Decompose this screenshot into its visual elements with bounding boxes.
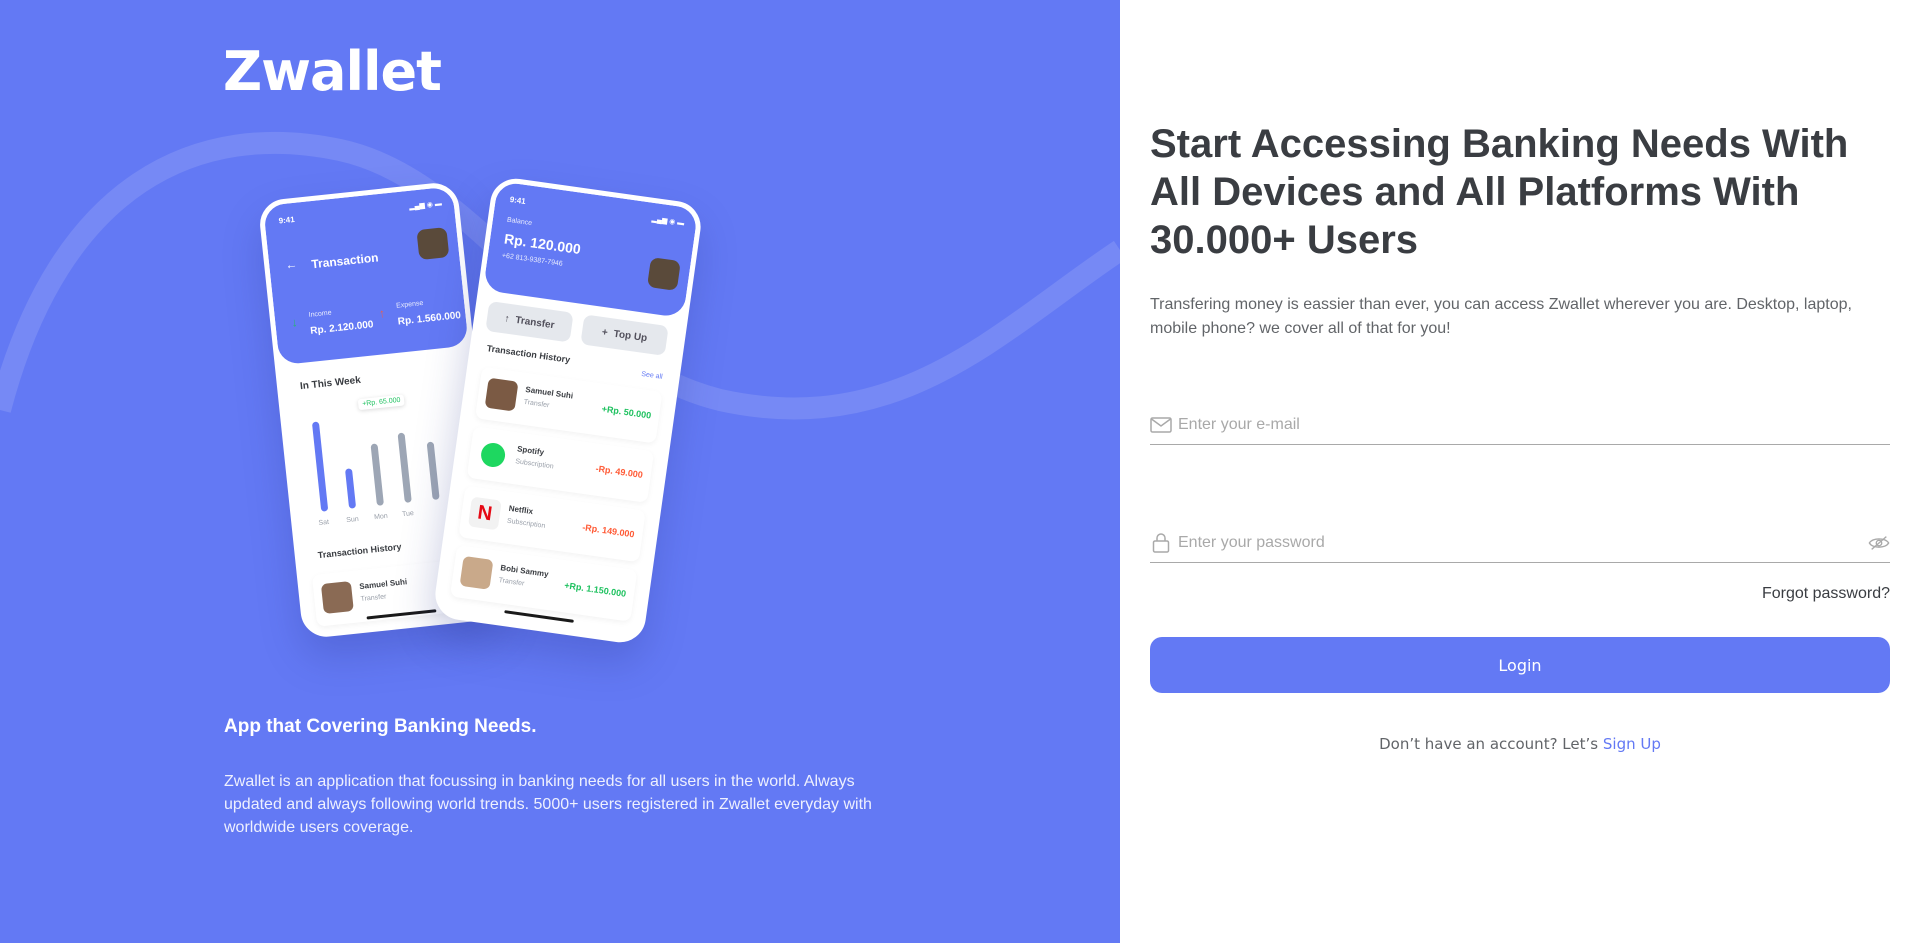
signup-prompt: Don’t have an account? Let’s Sign Up (1150, 735, 1890, 753)
phone-header: 9:41 ▂▄▆ ◉ ▬ ← Transaction ↓ Income Rp. … (263, 186, 469, 366)
row-amount: +Rp. 1.150.000 (563, 580, 627, 599)
avatar (459, 555, 494, 590)
email-input[interactable] (1178, 415, 1890, 434)
row-amount: +Rp. 50.000 (601, 403, 652, 421)
netflix-icon: N (467, 496, 502, 531)
row-name: Spotify (516, 444, 545, 458)
balance-label: Balance (506, 216, 533, 228)
phone-title: Transaction (310, 250, 380, 272)
email-field (1150, 405, 1890, 445)
expense-amount: Rp. 1.560.000 (397, 310, 462, 328)
bar-mon (370, 443, 384, 506)
transfer-label: Transfer (514, 314, 556, 331)
topup-button: + Top Up (580, 314, 669, 356)
row-sub: Subscription (506, 517, 546, 530)
status-time: 9:41 (278, 214, 296, 226)
history-label: Transaction History (486, 343, 571, 365)
brand-logo: Zwallet (223, 40, 442, 103)
day-label: Mon (373, 512, 389, 522)
row-sub: Transfer (523, 398, 550, 410)
avatar (484, 377, 519, 412)
row-name: Netflix (508, 503, 534, 517)
weekly-chart: +Rp. 65.000 (303, 394, 473, 512)
topup-label: Top Up (612, 328, 648, 344)
chart-tooltip: +Rp. 65.000 (357, 394, 405, 411)
plus-icon: + (601, 326, 609, 339)
expense-arrow-icon: ↑ (378, 305, 386, 321)
spotify-icon (479, 441, 507, 469)
status-icons: ▂▄▆ ◉ ▬ (408, 200, 443, 211)
expense-label: Expense (395, 299, 424, 310)
login-button[interactable]: Login (1150, 637, 1890, 693)
back-arrow-icon: ← (284, 256, 299, 273)
hero-panel: Zwallet 9:41 ▂▄▆ ◉ ▬ ← Transaction ↓ Inc… (0, 0, 1120, 943)
hero-tagline: App that Covering Banking Needs. (224, 716, 537, 737)
arrow-up-icon: ↑ (503, 312, 511, 325)
row-name: Samuel Suhi (358, 577, 408, 592)
income-label: Income (308, 309, 332, 319)
avatar (646, 257, 681, 291)
day-label: Sat (318, 518, 330, 528)
income-arrow-icon: ↓ (290, 315, 299, 330)
mail-icon (1150, 414, 1172, 436)
no-account-text: Don’t have an account? Let’s (1379, 735, 1599, 753)
phone-header: 9:41 ▂▄▆ ◉ ▬ Balance Rp. 120.000 +62 813… (482, 181, 699, 319)
row-name: Samuel Suhi (524, 384, 574, 401)
page-subtitle: Transfering money is eassier than ever, … (1150, 296, 1852, 337)
status-time: 9:41 (509, 194, 527, 207)
row-sub: Transfer (360, 593, 387, 604)
eye-off-icon[interactable] (1868, 532, 1890, 554)
week-label: In This Week (299, 374, 362, 393)
bar-tue (397, 432, 412, 503)
history-label: Transaction History (317, 541, 402, 561)
row-sub: Subscription (514, 458, 555, 471)
avatar (416, 227, 450, 261)
income-amount: Rp. 2.120.000 (309, 319, 374, 337)
transfer-button: ↑ Transfer (485, 301, 574, 343)
status-icons: ▂▄▆ ◉ ▬ (651, 215, 685, 228)
row-amount: -Rp. 149.000 (581, 522, 636, 540)
day-label: Sun (346, 515, 360, 525)
row-sub: Transfer (498, 577, 525, 588)
row-amount: -Rp. 49.000 (594, 463, 644, 480)
bar-wed (426, 441, 440, 500)
bar-sun (344, 468, 357, 509)
see-all-link: See all (640, 370, 664, 381)
password-field (1150, 523, 1890, 563)
bar-sat (311, 421, 329, 512)
avatar (320, 580, 354, 614)
row-name: Bobi Sammy (499, 563, 550, 579)
signup-link[interactable]: Sign Up (1603, 735, 1661, 753)
hero-description: Zwallet is an application that focussing… (224, 773, 872, 836)
phone-number: +62 813-9387-7946 (501, 252, 564, 268)
password-input[interactable] (1178, 533, 1868, 552)
page-title: Start Accessing Banking Needs With All D… (1150, 122, 1849, 262)
forgot-password-link[interactable]: Forgot password? (1700, 585, 1890, 603)
lock-icon (1150, 532, 1172, 554)
day-label: Tue (401, 510, 415, 519)
